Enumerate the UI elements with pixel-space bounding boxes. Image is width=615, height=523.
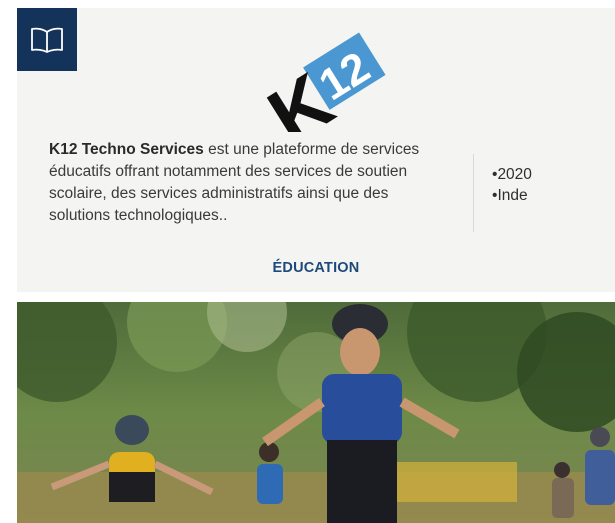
company-description: K12 Techno Services est une plateforme d… bbox=[49, 139, 449, 227]
company-logo: K 12 bbox=[253, 32, 417, 160]
k12-logo: K 12 bbox=[253, 32, 386, 160]
book-open-icon bbox=[31, 27, 63, 53]
company-card: K 12 K12 Techno Services est une platefo… bbox=[17, 8, 615, 292]
children-roller-skating-photo bbox=[17, 302, 615, 523]
icon-badge[interactable] bbox=[17, 8, 77, 71]
fact-country: Inde bbox=[492, 185, 532, 206]
fact-year: 2020 bbox=[492, 164, 531, 185]
company-name: K12 Techno Services bbox=[49, 141, 204, 158]
sector-link[interactable]: ÉDUCATION bbox=[17, 260, 615, 276]
facts-list: 2020 Inde bbox=[492, 164, 532, 206]
page: K 12 K12 Techno Services est une platefo… bbox=[0, 0, 615, 523]
divider bbox=[473, 154, 474, 232]
